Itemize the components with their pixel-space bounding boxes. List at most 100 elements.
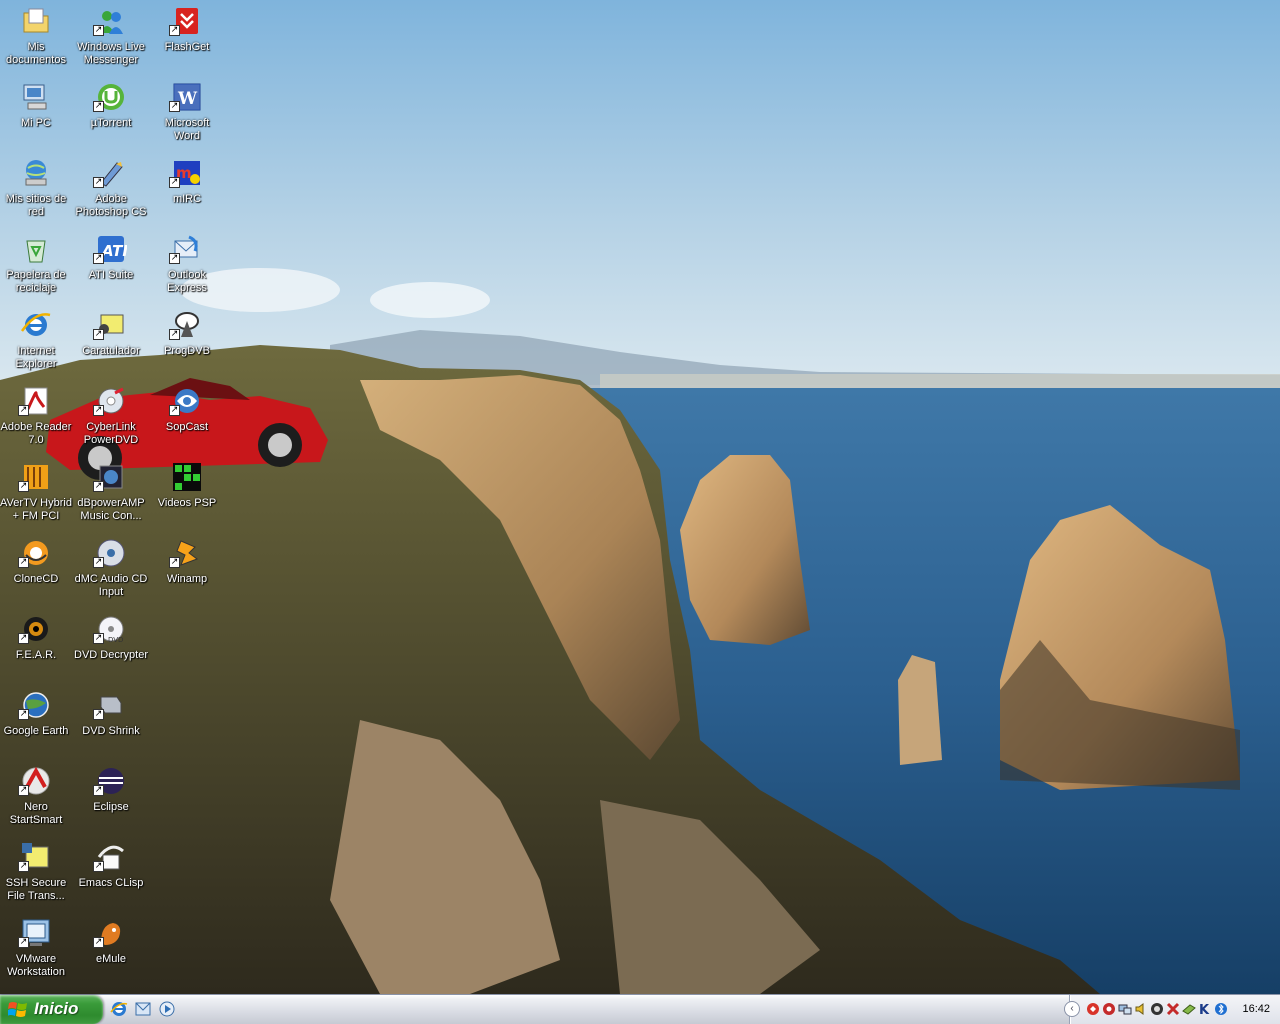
usb-icon[interactable] bbox=[1182, 1002, 1196, 1016]
desktop-icon-google-earth[interactable]: ↗ Google Earth bbox=[0, 687, 74, 759]
desktop-icon-emacs[interactable]: ↗ Emacs CLisp bbox=[73, 839, 149, 911]
shortcut-arrow-icon: ↗ bbox=[169, 557, 180, 568]
desktop-icon-dmc-audio-cd[interactable]: ↗ dMC Audio CD Input bbox=[73, 535, 149, 607]
recycle-bin-icon bbox=[20, 233, 52, 265]
shortcut-arrow-icon: ↗ bbox=[18, 405, 29, 416]
desktop-icon-ati-suite[interactable]: ATI ↗ ATI Suite bbox=[73, 231, 149, 303]
windows-logo-icon bbox=[8, 1002, 27, 1017]
show-hidden-icons-chevron[interactable]: ‹ bbox=[1064, 1001, 1080, 1017]
desktop-icon-label: Mis documentos bbox=[6, 41, 66, 66]
desktop-icon-vmware[interactable]: ↗ VMware Workstation bbox=[0, 915, 74, 987]
desktop-icon-my-computer[interactable]: Mi PC bbox=[0, 79, 74, 151]
shortcut-arrow-icon: ↗ bbox=[93, 861, 104, 872]
shortcut-arrow-icon: ↗ bbox=[169, 25, 180, 36]
antivirus-icon[interactable] bbox=[1086, 1002, 1100, 1016]
desktop-icon-label: Winamp bbox=[166, 573, 208, 585]
desktop-icon-label: Internet Explorer bbox=[15, 345, 57, 370]
desktop-icon-fear[interactable]: ↗ F.E.A.R. bbox=[0, 611, 74, 683]
volume-icon[interactable] bbox=[1134, 1002, 1148, 1016]
clock[interactable]: 16:42 bbox=[1242, 1003, 1270, 1015]
desktop-icon-dvd-decrypter[interactable]: DVD ↗ DVD Decrypter bbox=[73, 611, 149, 683]
internet-explorer-icon[interactable] bbox=[110, 1000, 128, 1018]
desktop-icon-recycle-bin[interactable]: Papelera de reciclaje bbox=[0, 231, 74, 303]
desktop-icon-clonecd[interactable]: ↗ CloneCD bbox=[0, 535, 74, 607]
desktop-icon-avertv[interactable]: ↗ AVerTV Hybrid + FM PCI bbox=[0, 459, 74, 531]
outlook-express-icon[interactable] bbox=[134, 1000, 152, 1018]
shortcut-arrow-icon: ↗ bbox=[93, 937, 104, 948]
desktop-icon-ssh[interactable]: ↗ SSH Secure File Trans... bbox=[0, 839, 74, 911]
desktop-icon-label: DVD Shrink bbox=[82, 725, 140, 737]
desktop-icon-network-places[interactable]: Mis sitios de red bbox=[0, 155, 74, 227]
shortcut-arrow-icon: ↗ bbox=[93, 405, 104, 416]
desktop-icon-label: Eclipse bbox=[93, 801, 129, 813]
desktop-icon-outlook-express[interactable]: ↗ Outlook Express bbox=[149, 231, 225, 303]
start-label: Inicio bbox=[34, 999, 79, 1018]
desktop-icon-label: Mi PC bbox=[21, 117, 51, 129]
desktop-icon-label: mIRC bbox=[172, 193, 202, 205]
shortcut-arrow-icon: ↗ bbox=[93, 177, 104, 188]
desktop-icon-emule[interactable]: ↗ eMule bbox=[73, 915, 149, 987]
network-icon[interactable] bbox=[1118, 1002, 1132, 1016]
desktop-icon-videos-psp[interactable]: Videos PSP bbox=[149, 459, 225, 531]
desktop-icon-label: Google Earth bbox=[3, 725, 69, 737]
desktop-icon-flashget[interactable]: ↗ FlashGet bbox=[149, 3, 225, 75]
desktop-icon-label: SSH Secure File Trans... bbox=[5, 877, 67, 902]
shortcut-arrow-icon: ↗ bbox=[93, 785, 104, 796]
desktop-icon-internet-explorer[interactable]: Internet Explorer bbox=[0, 307, 74, 379]
messenger-tray-icon[interactable] bbox=[1102, 1002, 1116, 1016]
my-computer-icon bbox=[20, 81, 52, 113]
desktop-icon-label: ProgDVB bbox=[164, 345, 210, 357]
desktop-icon-powerdvd[interactable]: ↗ CyberLink PowerDVD bbox=[73, 383, 149, 455]
avertv-tray-icon[interactable] bbox=[1166, 1002, 1180, 1016]
desktop-icon-label: Microsoft Word bbox=[164, 117, 210, 142]
desktop-icon-label: DVD Decrypter bbox=[74, 649, 148, 661]
shortcut-arrow-icon: ↗ bbox=[93, 709, 104, 720]
desktop-icon-label: Outlook Express bbox=[167, 269, 207, 294]
desktop-icon-utorrent[interactable]: ↗ µTorrent bbox=[73, 79, 149, 151]
shortcut-arrow-icon: ↗ bbox=[93, 633, 104, 644]
desktop-icon-eclipse[interactable]: ↗ Eclipse bbox=[73, 763, 149, 835]
desktop-icon-label: CloneCD bbox=[13, 573, 59, 585]
desktop-icon-dvd-shrink[interactable]: ↗ DVD Shrink bbox=[73, 687, 149, 759]
shortcut-arrow-icon: ↗ bbox=[169, 101, 180, 112]
shortcut-arrow-icon: ↗ bbox=[93, 253, 104, 264]
desktop-icon-label: Windows Live Messenger bbox=[77, 41, 145, 66]
shortcut-arrow-icon: ↗ bbox=[18, 709, 29, 720]
shortcut-arrow-icon: ↗ bbox=[93, 481, 104, 492]
desktop-icon-label: CyberLink PowerDVD bbox=[83, 421, 139, 446]
k-icon[interactable]: K bbox=[1198, 1002, 1212, 1018]
shortcut-arrow-icon: ↗ bbox=[18, 785, 29, 796]
media-player-icon[interactable] bbox=[158, 1000, 176, 1018]
desktop-icon-photoshop[interactable]: ↗ Adobe Photoshop CS bbox=[73, 155, 149, 227]
desktop-icon-dbpoweramp[interactable]: ↗ dBpowerAMP Music Con... bbox=[73, 459, 149, 531]
shortcut-arrow-icon: ↗ bbox=[18, 861, 29, 872]
desktop-icon-word[interactable]: W ↗ Microsoft Word bbox=[149, 79, 225, 151]
svg-text:DVD: DVD bbox=[108, 636, 123, 644]
desktop-icon-label: VMware Workstation bbox=[7, 953, 65, 978]
internet-explorer-icon bbox=[20, 309, 52, 341]
desktop-icon-label: Nero StartSmart bbox=[9, 801, 63, 826]
bluetooth-icon[interactable] bbox=[1214, 1002, 1228, 1016]
desktop-icon-label: F.E.A.R. bbox=[15, 649, 57, 661]
desktop-icon-label: Mis sitios de red bbox=[5, 193, 67, 218]
start-button[interactable]: Inicio bbox=[0, 995, 103, 1024]
desktop-icon-nero[interactable]: ↗ Nero StartSmart bbox=[0, 763, 74, 835]
shortcut-arrow-icon: ↗ bbox=[169, 329, 180, 340]
desktop-icon-caratulador[interactable]: ↗ Caratulador bbox=[73, 307, 149, 379]
desktop-icon-label: FlashGet bbox=[164, 41, 210, 53]
desktop-icon-label: eMule bbox=[96, 953, 126, 965]
desktop-icon-label: Adobe Photoshop CS bbox=[75, 193, 147, 218]
desktop-icon-label: µTorrent bbox=[90, 117, 132, 129]
desktop-icon-my-documents[interactable]: Mis documentos bbox=[0, 3, 74, 75]
desktop-icon-progdvb[interactable]: ↗ ProgDVB bbox=[149, 307, 225, 379]
desktop-icon-adobe-reader[interactable]: ↗ Adobe Reader 7.0 bbox=[0, 383, 74, 455]
shortcut-arrow-icon: ↗ bbox=[93, 101, 104, 112]
ati-tray-icon[interactable] bbox=[1150, 1002, 1164, 1016]
desktop-icon-messenger[interactable]: ↗ Windows Live Messenger bbox=[73, 3, 149, 75]
my-documents-icon bbox=[20, 5, 52, 37]
desktop-icon-winamp[interactable]: ↗ Winamp bbox=[149, 535, 225, 607]
desktop-icon-label: ATI Suite bbox=[88, 269, 134, 281]
svg-text:W: W bbox=[177, 89, 198, 109]
desktop-icon-mirc[interactable]: m ↗ mIRC bbox=[149, 155, 225, 227]
desktop-icon-sopcast[interactable]: ↗ SopCast bbox=[149, 383, 225, 455]
